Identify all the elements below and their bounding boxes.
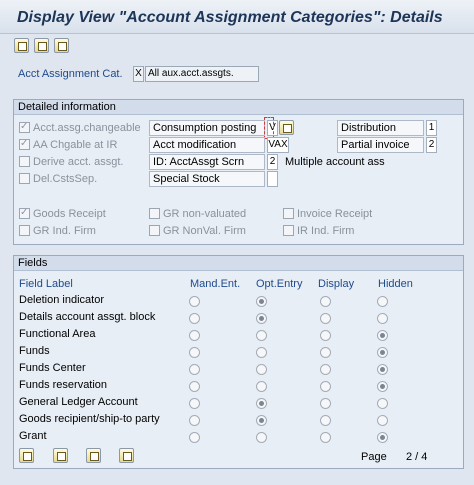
column-header-opt-entry: Opt.Entry: [256, 278, 303, 290]
fields-group: Fields Field Label Mand.Ent. Opt.Entry D…: [13, 255, 464, 469]
radio-display[interactable]: [320, 381, 331, 392]
last-page-icon[interactable]: [119, 448, 134, 463]
radio-mand-ent[interactable]: [189, 296, 200, 307]
key-label: Acct Assignment Cat.: [18, 68, 123, 80]
radio-display[interactable]: [320, 398, 331, 409]
checkbox[interactable]: [19, 137, 30, 151]
checkbox[interactable]: [19, 206, 30, 220]
radio-display[interactable]: [320, 330, 331, 341]
window-title: Display View "Account Assignment Categor…: [17, 9, 443, 26]
field-row-label: Details account assgt. block: [19, 311, 156, 323]
next-entry-icon[interactable]: [54, 38, 69, 53]
radio-hidden[interactable]: [377, 432, 388, 443]
next-page-icon[interactable]: [86, 448, 101, 463]
radio-display[interactable]: [320, 313, 331, 324]
distribution-field[interactable]: 1: [426, 120, 437, 136]
other-entry-icon[interactable]: [14, 38, 29, 53]
acct-modification-field[interactable]: VAX: [267, 137, 289, 153]
field-row-label: Funds Center: [19, 362, 86, 374]
radio-hidden[interactable]: [377, 330, 388, 341]
page-value: 2 / 4: [406, 451, 428, 463]
special-stock-label: Special Stock: [149, 171, 265, 187]
field-row-label: Functional Area: [19, 328, 96, 340]
radio-hidden[interactable]: [377, 313, 388, 324]
radio-opt-entry[interactable]: [256, 313, 267, 324]
value-help-icon[interactable]: [279, 120, 294, 135]
key-field[interactable]: X: [133, 66, 144, 82]
field-row-label: Grant: [19, 430, 47, 442]
checkbox[interactable]: [149, 208, 160, 219]
column-header-display: Display: [318, 278, 355, 290]
special-stock-field[interactable]: [267, 171, 278, 187]
radio-hidden[interactable]: [377, 398, 388, 409]
radio-display[interactable]: [320, 415, 331, 426]
radio-opt-entry[interactable]: [256, 347, 267, 358]
previous-entry-icon[interactable]: [34, 38, 49, 53]
previous-page-icon[interactable]: [53, 448, 68, 463]
radio-hidden[interactable]: [377, 364, 388, 375]
radio-hidden[interactable]: [377, 381, 388, 392]
id-acctassgt-scrn-field[interactable]: 2: [267, 154, 278, 170]
fields-title: Fields: [14, 256, 463, 271]
field-row-label: Goods recipient/ship-to party: [19, 413, 160, 425]
radio-hidden[interactable]: [377, 415, 388, 426]
field-row-label: Deletion indicator: [19, 294, 104, 306]
key-description: All aux.acct.assgts.: [145, 66, 259, 82]
radio-opt-entry[interactable]: [256, 398, 267, 409]
checkbox[interactable]: [19, 120, 30, 134]
radio-mand-ent[interactable]: [189, 330, 200, 341]
acct-modification-label: Acct modification: [149, 137, 265, 153]
radio-display[interactable]: [320, 432, 331, 443]
title-bar: Display View "Account Assignment Categor…: [0, 0, 474, 34]
id-acctassgt-scrn-label: ID: AcctAssgt Scrn: [149, 154, 265, 170]
focus-marker: [264, 117, 274, 139]
toolbar: [14, 38, 69, 54]
field-row-label: General Ledger Account: [19, 396, 138, 408]
partial-invoice-label: Partial invoice: [337, 137, 424, 153]
column-header-hidden: Hidden: [378, 278, 413, 290]
radio-mand-ent[interactable]: [189, 364, 200, 375]
field-row-label: Funds: [19, 345, 50, 357]
radio-opt-entry[interactable]: [256, 381, 267, 392]
detailed-information-title: Detailed information: [14, 100, 463, 115]
field-row-label: Funds reservation: [19, 379, 108, 391]
radio-opt-entry[interactable]: [256, 432, 267, 443]
radio-display[interactable]: [320, 347, 331, 358]
distribution-label: Distribution: [337, 120, 424, 136]
page-label: Page: [361, 451, 387, 463]
first-page-icon[interactable]: [19, 448, 34, 463]
radio-display[interactable]: [320, 364, 331, 375]
radio-mand-ent[interactable]: [189, 381, 200, 392]
checkbox[interactable]: [283, 225, 294, 236]
radio-mand-ent[interactable]: [189, 398, 200, 409]
partial-invoice-field[interactable]: 2: [426, 137, 437, 153]
column-header-field-label: Field Label: [19, 278, 73, 290]
radio-mand-ent[interactable]: [189, 347, 200, 358]
checkbox[interactable]: [149, 225, 160, 236]
radio-opt-entry[interactable]: [256, 330, 267, 341]
id-acctassgt-scrn-text: Multiple account ass: [285, 156, 385, 168]
radio-mand-ent[interactable]: [189, 313, 200, 324]
radio-display[interactable]: [320, 296, 331, 307]
radio-hidden[interactable]: [377, 296, 388, 307]
checkbox[interactable]: [283, 208, 294, 219]
consumption-posting-label: Consumption posting: [149, 120, 265, 136]
radio-mand-ent[interactable]: [189, 432, 200, 443]
checkbox[interactable]: [19, 225, 30, 236]
detailed-information-group: Detailed information Acct.assg.changeabl…: [13, 99, 464, 245]
checkbox[interactable]: [19, 173, 30, 184]
radio-opt-entry[interactable]: [256, 364, 267, 375]
column-header-mand-ent: Mand.Ent.: [190, 278, 241, 290]
radio-mand-ent[interactable]: [189, 415, 200, 426]
radio-opt-entry[interactable]: [256, 415, 267, 426]
radio-opt-entry[interactable]: [256, 296, 267, 307]
checkbox[interactable]: [19, 156, 30, 167]
radio-hidden[interactable]: [377, 347, 388, 358]
